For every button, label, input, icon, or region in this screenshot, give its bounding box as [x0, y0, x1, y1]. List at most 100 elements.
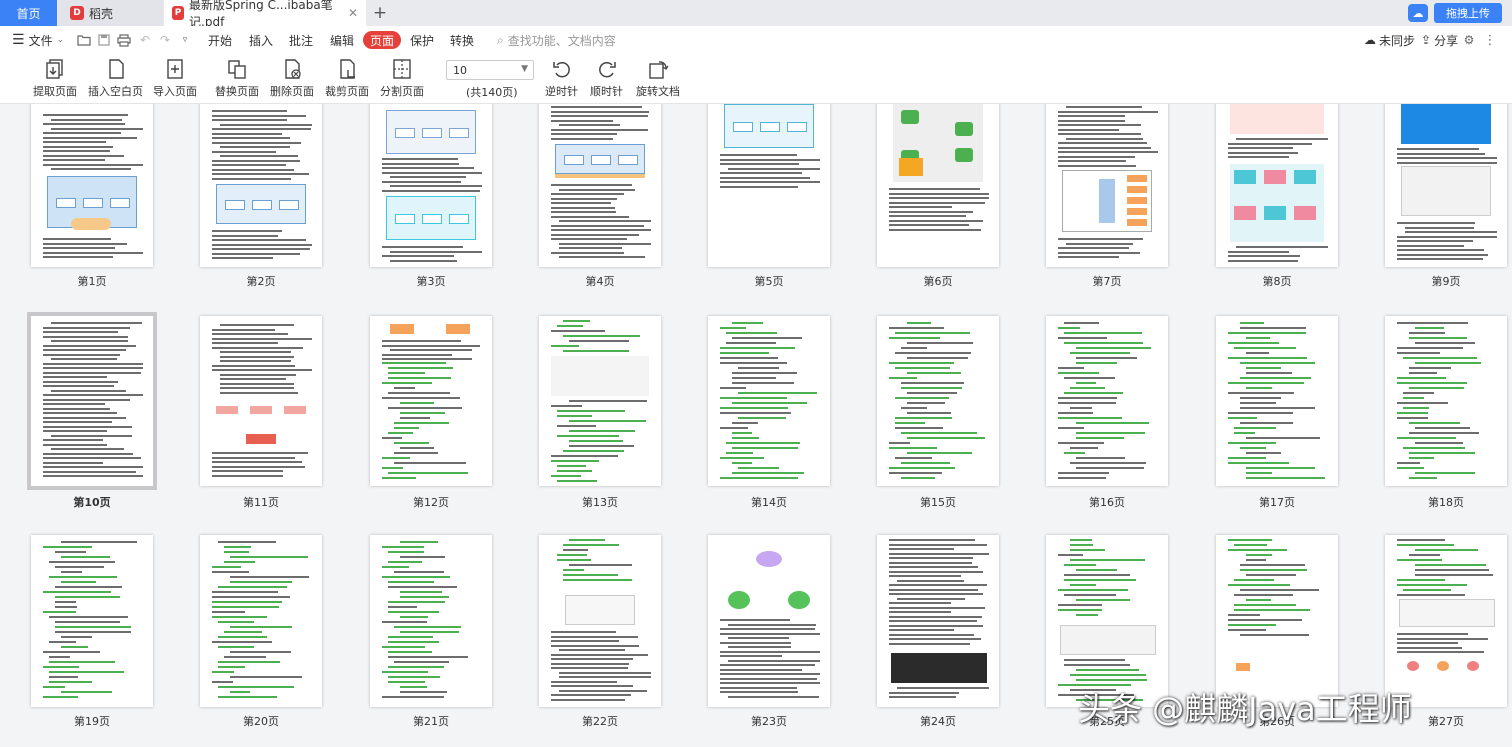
text-line	[388, 681, 425, 683]
save-icon[interactable]	[96, 32, 112, 48]
print-icon[interactable]	[116, 32, 132, 48]
page-thumbnail[interactable]	[1385, 535, 1507, 707]
text-line	[720, 619, 791, 621]
text-line	[1409, 332, 1445, 334]
page-thumbnail[interactable]	[200, 316, 322, 486]
page-thumbnail[interactable]	[370, 535, 492, 707]
page-thumbnail[interactable]	[370, 316, 492, 486]
text-line	[1228, 417, 1257, 419]
text-line	[1076, 599, 1131, 601]
text-line	[901, 407, 927, 409]
rotate-document-button[interactable]: 旋转文档	[636, 58, 680, 99]
text-line	[1397, 467, 1424, 469]
text-line	[212, 150, 276, 153]
page-thumbnail[interactable]	[1385, 316, 1507, 486]
page-thumbnail[interactable]	[708, 104, 830, 267]
text-line	[895, 427, 944, 429]
menu-convert[interactable]: 转换	[450, 26, 474, 54]
page-thumbnail[interactable]	[1046, 104, 1168, 267]
page-thumbnail[interactable]	[200, 535, 322, 707]
menu-protect[interactable]: 保护	[410, 26, 434, 54]
quick-access-dropdown-icon[interactable]: ▿	[177, 32, 193, 48]
rotate-cw-button[interactable]: 顺时针	[590, 58, 623, 99]
text-line	[551, 206, 615, 209]
rotate-ccw-button[interactable]: 逆时针	[545, 58, 578, 99]
page-thumbnail[interactable]	[539, 316, 661, 486]
cloud-icon[interactable]: ☁	[1408, 4, 1428, 22]
close-icon[interactable]: ✕	[348, 6, 358, 20]
page-thumbnail[interactable]	[200, 104, 322, 267]
text-line	[220, 387, 295, 389]
more-icon[interactable]: ⋮	[1482, 32, 1498, 48]
search-box[interactable]: ⌕ 查找功能、文档内容	[497, 26, 616, 54]
text-line	[212, 369, 312, 371]
text-line	[400, 686, 428, 688]
replace-page-button[interactable]: 替换页面	[215, 58, 259, 99]
undo-icon[interactable]: ↶	[137, 32, 153, 48]
text-line	[1240, 407, 1316, 409]
tab-pdf-document[interactable]: P 最新版Spring C...ibaba笔记.pdf ✕	[164, 0, 366, 29]
text-line	[569, 539, 606, 541]
split-page-button[interactable]: 分割页面	[380, 58, 424, 99]
text-line	[1415, 362, 1481, 364]
new-tab-button[interactable]: +	[371, 0, 389, 26]
page-total-count: (共140页)	[466, 86, 518, 99]
crop-page-button[interactable]: 裁剪页面	[325, 58, 369, 99]
gear-icon[interactable]: ⚙	[1461, 32, 1477, 48]
text-line	[388, 561, 422, 563]
insert-blank-page-button[interactable]: 插入空白页	[88, 58, 143, 99]
share-button[interactable]: ⇪ 分享	[1421, 26, 1458, 54]
page-number-select[interactable]: 10 ▼	[446, 60, 534, 80]
page-number-label: 第6页	[923, 275, 953, 288]
page-thumbnail[interactable]	[708, 316, 830, 486]
text-line	[889, 224, 969, 226]
text-line	[212, 342, 279, 344]
menu-start[interactable]: 开始	[208, 26, 232, 54]
open-folder-icon[interactable]	[76, 32, 92, 48]
text-line	[551, 698, 625, 701]
menu-edit[interactable]: 编辑	[330, 26, 354, 54]
text-line	[1070, 559, 1146, 561]
page-thumbnail[interactable]	[1216, 316, 1338, 486]
text-line	[49, 656, 71, 658]
text-line	[43, 475, 143, 477]
tab-home[interactable]: 首页	[0, 0, 57, 26]
page-thumbnail[interactable]	[539, 104, 661, 267]
page-thumbnail[interactable]	[1216, 535, 1338, 707]
sync-status[interactable]: ☁ 未同步	[1364, 26, 1415, 54]
text-line	[895, 417, 953, 419]
page-thumbnail[interactable]	[27, 312, 157, 490]
text-line	[1058, 367, 1085, 369]
file-menu[interactable]: ☰ 文件 ⌄	[12, 26, 64, 54]
page-thumbnail[interactable]	[1046, 316, 1168, 486]
menu-comment[interactable]: 批注	[289, 26, 313, 54]
extract-page-button[interactable]: 提取页面	[33, 58, 77, 99]
page-thumbnail[interactable]	[1216, 104, 1338, 267]
import-page-button[interactable]: 导入页面	[153, 58, 197, 99]
delete-page-button[interactable]: 删除页面	[270, 58, 314, 99]
page-thumbnail[interactable]	[708, 535, 830, 707]
text-line	[1397, 412, 1429, 414]
page-thumbnail[interactable]	[1046, 535, 1168, 707]
page-thumbnail[interactable]	[877, 316, 999, 486]
menu-page[interactable]: 页面	[363, 31, 402, 49]
page-thumbnail[interactable]	[31, 535, 153, 707]
text-line	[230, 556, 309, 558]
page-thumbnail[interactable]	[1385, 104, 1507, 267]
page-thumbnail[interactable]	[539, 535, 661, 707]
page-thumbnail[interactable]	[877, 535, 999, 707]
diagram-figure	[216, 184, 306, 224]
text-line	[1058, 115, 1125, 117]
page-thumbnail[interactable]	[877, 104, 999, 267]
page-thumbnail[interactable]	[370, 104, 492, 267]
page-thumbnail[interactable]	[31, 104, 153, 267]
text-line	[1234, 427, 1276, 429]
redo-icon[interactable]: ↷	[157, 32, 173, 48]
menu-insert[interactable]: 插入	[249, 26, 273, 54]
tab-docer[interactable]: D 稻壳	[58, 0, 163, 26]
text-line	[1058, 397, 1117, 399]
drag-upload-button[interactable]: 拖拽上传	[1434, 3, 1502, 23]
text-line	[1228, 584, 1290, 586]
text-line	[43, 353, 120, 356]
rotate-ccw-label: 逆时针	[545, 85, 578, 98]
